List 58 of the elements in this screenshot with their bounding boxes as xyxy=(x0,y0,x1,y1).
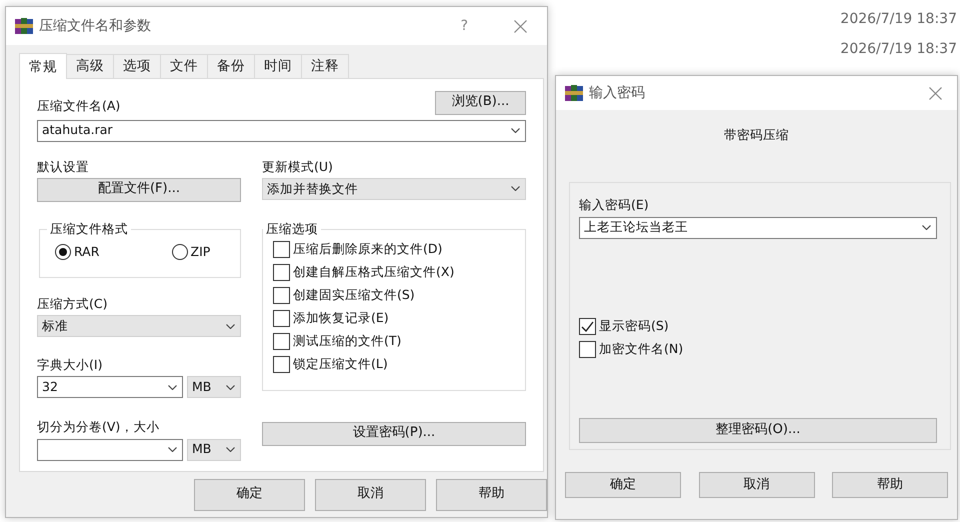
browse-button[interactable]: 浏览(B)... xyxy=(435,90,526,115)
chevron-down-icon xyxy=(226,324,235,329)
radio-option[interactable]: RAR xyxy=(55,240,124,264)
dialog-button[interactable]: 确定 xyxy=(565,472,681,498)
chevron-down-icon xyxy=(511,128,520,134)
checkbox-option[interactable]: 加密文件名(N) xyxy=(579,338,937,360)
file-date: 2026/7/19 18:37 xyxy=(840,40,957,59)
set-password-button[interactable]: 设置密码(P)... xyxy=(262,422,526,446)
window-title: 输入密码 xyxy=(589,84,646,102)
chevron-down-icon xyxy=(922,225,931,230)
password-field[interactable]: 上老王论坛当老王 xyxy=(579,216,937,238)
organize-passwords-button[interactable]: 整理密码(O)... xyxy=(579,418,937,442)
update-mode-dropdown[interactable]: 添加并替换文件 xyxy=(262,178,526,200)
tab[interactable]: 注释 xyxy=(301,54,349,78)
field-label: 更新模式(U) xyxy=(262,158,334,175)
method-dropdown[interactable]: 标准 xyxy=(37,315,241,338)
window-title: 压缩文件名和参数 xyxy=(39,16,152,36)
dictionary-size-field[interactable]: 32 xyxy=(37,376,183,398)
checkmark-icon xyxy=(581,320,594,332)
volume-size-field[interactable] xyxy=(37,438,183,461)
checkbox-option[interactable]: 压缩后删除原来的文件(D) xyxy=(273,238,525,261)
group-title: 压缩文件格式 xyxy=(47,220,131,238)
dialog-button[interactable]: 帮助 xyxy=(436,478,547,511)
dialog-button[interactable]: 帮助 xyxy=(832,472,948,498)
group-title: 压缩选项 xyxy=(263,220,321,238)
checkbox-option[interactable]: 锁定压缩文件(L) xyxy=(273,352,525,376)
profile-button[interactable]: 配置文件(F)... xyxy=(37,178,241,202)
unit-dropdown[interactable]: MB xyxy=(187,438,241,461)
unit-dropdown[interactable]: MB xyxy=(187,376,241,398)
close-icon xyxy=(514,20,527,32)
field-label: 默认设置 xyxy=(37,158,90,175)
help-button[interactable]: ? xyxy=(460,16,468,36)
field-label: 压缩文件名(A) xyxy=(37,98,120,115)
field-label: 压缩方式(C) xyxy=(37,296,108,312)
stacked-books-icon xyxy=(15,18,33,34)
dialog-button[interactable]: 取消 xyxy=(315,478,426,511)
chevron-down-icon xyxy=(168,447,177,452)
field-label: 输入密码(E) xyxy=(579,197,650,214)
tab[interactable]: 常规 xyxy=(19,53,67,79)
chevron-down-icon xyxy=(168,384,177,390)
field-label: 切分为分卷(V)，大小 xyxy=(37,419,160,436)
checkbox-option[interactable]: 添加恢复记录(E) xyxy=(273,306,525,330)
checkbox-option[interactable]: 创建自解压格式压缩文件(X) xyxy=(273,260,525,284)
stacked-books-icon xyxy=(565,85,583,101)
close-icon xyxy=(929,86,942,100)
dialog-subtitle: 带密码压缩 xyxy=(724,127,789,144)
dialog-button[interactable]: 确定 xyxy=(194,478,305,511)
checkbox-option[interactable]: 测试压缩的文件(T) xyxy=(273,330,525,353)
file-date: 2026/7/19 18:37 xyxy=(840,10,957,29)
checkbox-option[interactable]: 显示密码(S) xyxy=(579,314,937,338)
filename-field[interactable]: atahuta.rar xyxy=(37,120,526,142)
checkbox-option[interactable]: 创建固实压缩文件(S) xyxy=(273,284,525,307)
chevron-down-icon xyxy=(511,186,520,192)
chevron-down-icon xyxy=(226,447,235,452)
field-label: 字典大小(I) xyxy=(37,357,104,374)
chevron-down-icon xyxy=(226,384,235,390)
radio-option[interactable]: ZIP xyxy=(172,240,240,264)
dialog-button[interactable]: 取消 xyxy=(698,472,814,498)
